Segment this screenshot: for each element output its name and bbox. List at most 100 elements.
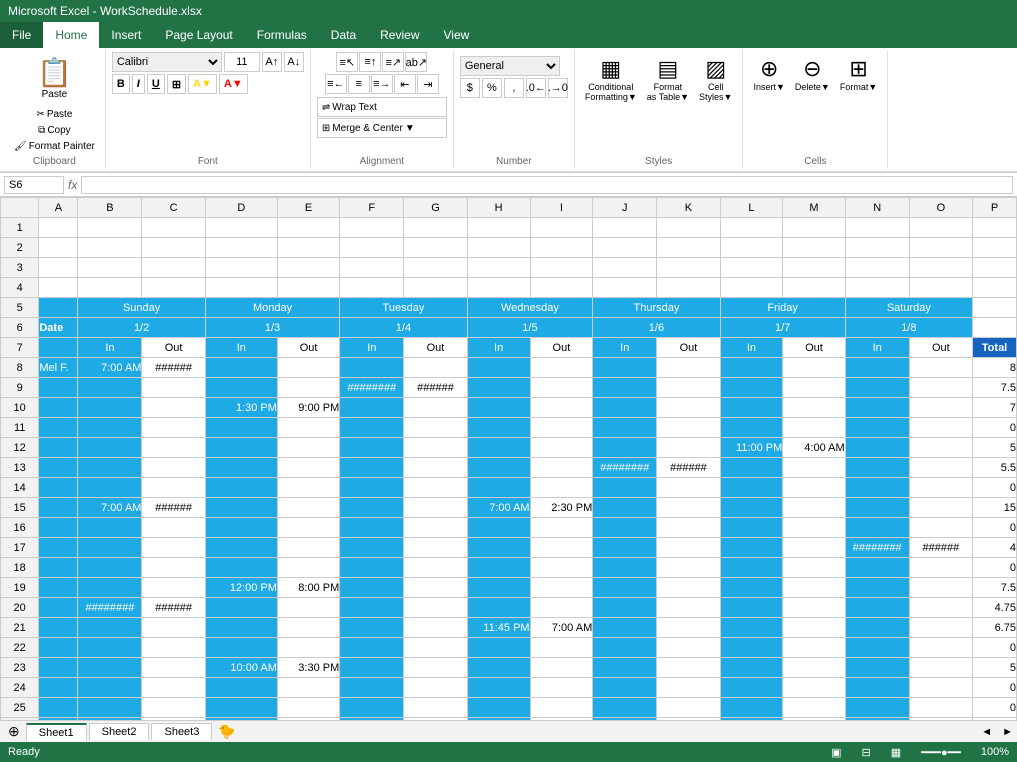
col-header-H[interactable]: H [467,198,530,218]
cell-D8[interactable] [205,358,277,378]
cell-N8[interactable] [845,358,909,378]
cell-A7[interactable] [39,338,78,358]
cell-B5[interactable]: Sunday [78,298,205,318]
bold-button[interactable]: B [112,74,130,94]
cell-A5[interactable] [39,298,78,318]
cell-P8[interactable]: 8 [973,358,1017,378]
sheet-tab-add[interactable]: ⊕ [4,723,24,740]
cell-J5[interactable]: Thursday [593,298,720,318]
cell-B1[interactable] [78,218,142,238]
scroll-left[interactable]: ◄ [977,726,996,738]
cell-D1[interactable] [205,218,277,238]
cell-F1[interactable] [340,218,404,238]
cut-button[interactable]: ✂ Paste [32,107,76,122]
sheet-tab-sheet2[interactable]: Sheet2 [89,723,150,740]
cell-H7[interactable]: In [467,338,530,358]
cell-L8[interactable] [720,358,783,378]
cell-K1[interactable] [657,218,720,238]
cell-M7[interactable]: Out [783,338,845,358]
align-right-button[interactable]: ≡→ [371,74,393,94]
cell-D5[interactable]: Monday [205,298,339,318]
indent-decrease-button[interactable]: ⇤ [394,74,416,94]
col-header-O[interactable]: O [909,198,972,218]
copy-button[interactable]: ⧉ Copy [34,123,75,138]
cell-E1[interactable] [277,218,339,238]
cell-G1[interactable] [404,218,467,238]
col-header-M[interactable]: M [783,198,845,218]
font-color-button[interactable]: A▼ [219,74,248,94]
percent-button[interactable]: % [482,78,502,98]
cell-L5[interactable]: Friday [720,298,845,318]
cell-F8[interactable] [340,358,404,378]
delete-button[interactable]: ⊖ Delete▼ [791,54,834,94]
cell-A2[interactable] [39,238,78,258]
view-page-break[interactable]: ▦ [891,746,901,759]
cell-P1[interactable] [973,218,1017,238]
wrap-text-button[interactable]: ⇌ Wrap Text [317,97,447,117]
cell-G8[interactable] [404,358,467,378]
cell-N7[interactable]: In [845,338,909,358]
cell-I1[interactable] [530,218,593,238]
cell-M8[interactable] [783,358,845,378]
decrease-decimal-button[interactable]: .0← [526,78,546,98]
cell-O7[interactable]: Out [909,338,972,358]
cell-A6[interactable]: Date [39,318,78,338]
fill-color-button[interactable]: A▼ [188,74,217,94]
col-header-G[interactable]: G [404,198,467,218]
tab-home[interactable]: Home [43,22,99,48]
merge-center-dropdown[interactable]: ▼ [405,123,415,134]
cell-O1[interactable] [909,218,972,238]
cell-C7[interactable]: Out [142,338,205,358]
align-left-button[interactable]: ≡← [325,74,347,94]
col-header-N[interactable]: N [845,198,909,218]
cell-H1[interactable] [467,218,530,238]
cell-H8[interactable] [467,358,530,378]
scroll-right[interactable]: ► [998,726,1017,738]
cell-N6[interactable]: 1/8 [845,318,972,338]
cell-J1[interactable] [593,218,657,238]
cell-B8[interactable]: 7:00 AM [78,358,142,378]
cell-P7[interactable]: Total [973,338,1017,358]
orientation-button[interactable]: ab↗ [405,52,427,72]
cell-C1[interactable] [142,218,205,238]
cell-F6[interactable]: 1/4 [340,318,467,338]
merge-center-button[interactable]: ⊞ Merge & Center ▼ [317,118,447,138]
underline-button[interactable]: U [147,74,165,94]
cell-F5[interactable]: Tuesday [340,298,467,318]
col-header-K[interactable]: K [657,198,720,218]
align-top-center-button[interactable]: ≡↑ [359,52,381,72]
cell-O8[interactable] [909,358,972,378]
cell-D6[interactable]: 1/3 [205,318,339,338]
tab-data[interactable]: Data [319,22,368,48]
sheet-tab-new[interactable]: 🐤 [214,723,239,740]
col-header-D[interactable]: D [205,198,277,218]
cell-B6[interactable]: 1/2 [78,318,205,338]
spreadsheet-container[interactable]: A B C D E F G H I J K L M N O P [0,197,1017,720]
cell-K7[interactable]: Out [657,338,720,358]
cell-A1[interactable] [39,218,78,238]
comma-button[interactable]: , [504,78,524,98]
format-button[interactable]: ⊞ Format▼ [836,54,881,94]
col-header-P[interactable]: P [973,198,1017,218]
cell-B7[interactable]: In [78,338,142,358]
formula-input[interactable] [81,176,1013,194]
cell-E8[interactable] [277,358,339,378]
tab-formulas[interactable]: Formulas [245,22,319,48]
cell-J6[interactable]: 1/6 [593,318,720,338]
col-header-A[interactable]: A [39,198,78,218]
decrease-font-button[interactable]: A↓ [284,52,304,72]
cell-P6[interactable] [973,318,1017,338]
tab-view[interactable]: View [432,22,482,48]
tab-review[interactable]: Review [368,22,431,48]
font-size-input[interactable] [224,52,260,72]
col-header-B[interactable]: B [78,198,142,218]
align-center-button[interactable]: ≡ [348,74,370,94]
cell-K8[interactable] [657,358,720,378]
cell-reference-input[interactable] [4,176,64,194]
align-top-left-button[interactable]: ≡↖ [336,52,358,72]
tab-page-layout[interactable]: Page Layout [153,22,244,48]
col-header-C[interactable]: C [142,198,205,218]
col-header-F[interactable]: F [340,198,404,218]
cell-J8[interactable] [593,358,657,378]
currency-button[interactable]: $ [460,78,480,98]
